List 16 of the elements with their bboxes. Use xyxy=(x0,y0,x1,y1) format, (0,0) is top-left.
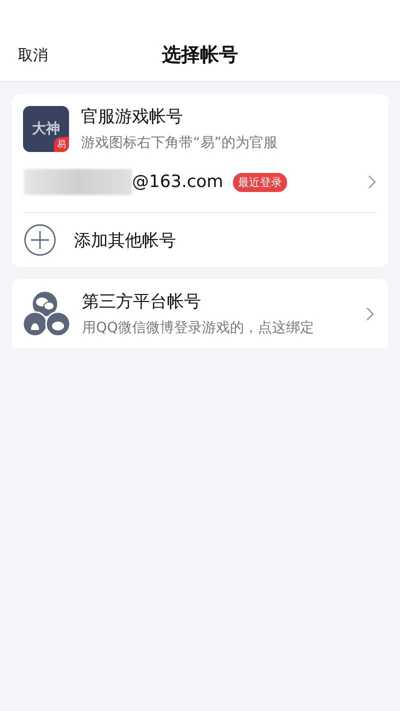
account-row[interactable]: @163.com 最近登录 xyxy=(24,152,376,213)
section-title: 官服游戏帐号 xyxy=(81,106,184,128)
recent-login-badge: 最近登录 xyxy=(233,172,288,192)
social-logos-icon xyxy=(23,290,71,338)
page-title: 选择帐号 xyxy=(162,42,238,68)
plus-circle-icon xyxy=(24,224,56,256)
add-account-row[interactable]: 添加其他帐号 xyxy=(12,213,388,267)
account-email: @163.com xyxy=(132,172,224,192)
chevron-right-icon xyxy=(368,175,376,189)
app-icon: 大神 易 xyxy=(23,106,69,152)
cancel-button[interactable]: 取消 xyxy=(18,46,48,65)
section-subtitle: 游戏图标右下角带“易”的为官服 xyxy=(81,134,278,152)
third-party-row[interactable]: 第三方平台帐号 用QQ微信微博登录游戏的，点这绑定 xyxy=(12,279,388,348)
section-subtitle: 用QQ微信微博登录游戏的，点这绑定 xyxy=(82,319,314,337)
section-title: 第三方平台帐号 xyxy=(82,291,202,313)
chevron-right-icon xyxy=(366,306,374,320)
